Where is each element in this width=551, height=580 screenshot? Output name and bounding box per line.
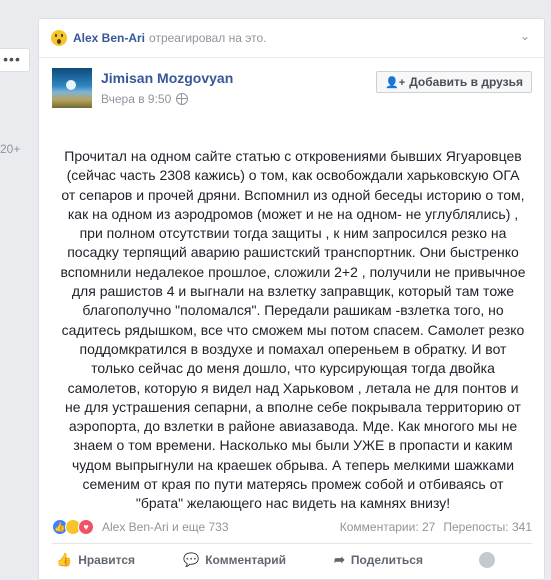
post-text-line: "брата" желающего нас видеть на камнях в… [52,494,534,513]
avatar-sun [66,80,76,90]
feed-story-card: Alex Ben-Ari отреагировал на это. ⌄ Jimi… [38,18,545,580]
thumbs-up-icon: 👍 [56,552,72,568]
love-reaction-icon: ♥ [78,519,94,535]
like-button[interactable]: 👍 Нравится [56,552,135,568]
share-button[interactable]: ➦ Поделиться [334,552,423,568]
chevron-down-icon[interactable]: ⌄ [520,29,530,43]
post-body: Прочитал на одном сайте статью с открове… [52,147,534,514]
author-name-link[interactable]: Jimisan Mozgovyan [101,70,233,86]
post-text-line: садитесь рядышком, все что сможем мы пот… [52,321,534,340]
story-header: Alex Ben-Ari отреагировал на это. ⌄ [39,19,544,58]
share-icon: ➦ [334,552,345,568]
add-friend-button[interactable]: 👤+ Добавить в друзья [376,71,532,93]
more-options-button[interactable]: ••• [0,48,30,72]
post-text-line: не для устрашения сепарни, а вполне себе… [52,398,534,417]
share-label: Поделиться [351,553,423,567]
story-action-text: отреагировал на это. [149,31,266,45]
comment-button[interactable]: 💬 Комментарий [183,552,286,568]
post-text-line: чудом выпрыгнули на краешек обрыва. А те… [52,456,534,475]
post-text-line: аэропорта, до взлетки в районе авиазавод… [52,417,534,436]
post-text-line: семеним от края по пути матерясь промеж … [52,475,534,494]
left-column: ••• 20+ • [0,0,38,569]
comment-label: Комментарий [205,553,286,567]
post-stats: Комментарии: 27 Перепосты: 341 [340,520,532,534]
post-text-line: самолетов, которую я видел над Харьковом… [52,379,534,398]
post-text-line: от сепаров и прочей дряни. Вспомнил из о… [52,186,534,205]
reaction-summary-bar: 👍 ♥ Alex Ben-Ari и еще 733 Комментарии: … [52,515,532,539]
post-timestamp[interactable]: Вчера в 9:50 [101,92,171,106]
post-meta: Вчера в 9:50 [101,92,188,106]
post-text-line: вспомнили недалекое прошлое, сложили 2+2… [52,263,534,282]
post-text-line: благополучно "поломался". Передали рашик… [52,301,534,320]
like-label: Нравится [78,553,135,567]
post-text-line: только сейчас до меня дошло, что курсиру… [52,359,534,378]
post-action-bar: 👍 Нравится 💬 Комментарий ➦ Поделиться [52,543,532,576]
viewer-avatar[interactable] [479,552,495,568]
post-text-line: знаем о том времени. Насколько мы были У… [52,436,534,455]
post-text-line: поддомкратился в воздухе и помахал опере… [52,340,534,359]
post-header: Jimisan Mozgovyan Вчера в 9:50 👤+ Добави… [52,68,532,118]
wow-reaction-icon [51,30,67,46]
add-friend-label: Добавить в друзья [409,75,523,89]
reactor-name-link[interactable]: Alex Ben-Ari [73,31,145,45]
avatar[interactable] [52,68,92,108]
shares-count-link[interactable]: Перепосты: 341 [443,520,532,534]
post-text-line: для рашистов 4 и выгнали на взлетку запр… [52,282,534,301]
post-text-line: Прочитал на одном сайте статью с открове… [52,147,534,166]
globe-icon [176,93,188,105]
post-text-line: (сейчас часть 2308 кажись) о том, как ос… [52,166,534,185]
comment-icon: 💬 [183,552,199,568]
reactors-link[interactable]: Alex Ben-Ari и еще 733 [102,520,229,534]
post-text-line: как на одном из аэродромов (может и не н… [52,205,534,224]
post-text-line: при полном отсутствии тогда защиты , к н… [52,224,534,243]
reaction-icons[interactable]: 👍 ♥ [52,519,91,535]
add-user-icon: 👤+ [385,76,405,89]
comments-count-link[interactable]: Комментарии: 27 [340,520,436,534]
post-text-line: посадку терпящий аварию рашистский транс… [52,243,534,262]
count-badge: 20+ [0,142,20,156]
